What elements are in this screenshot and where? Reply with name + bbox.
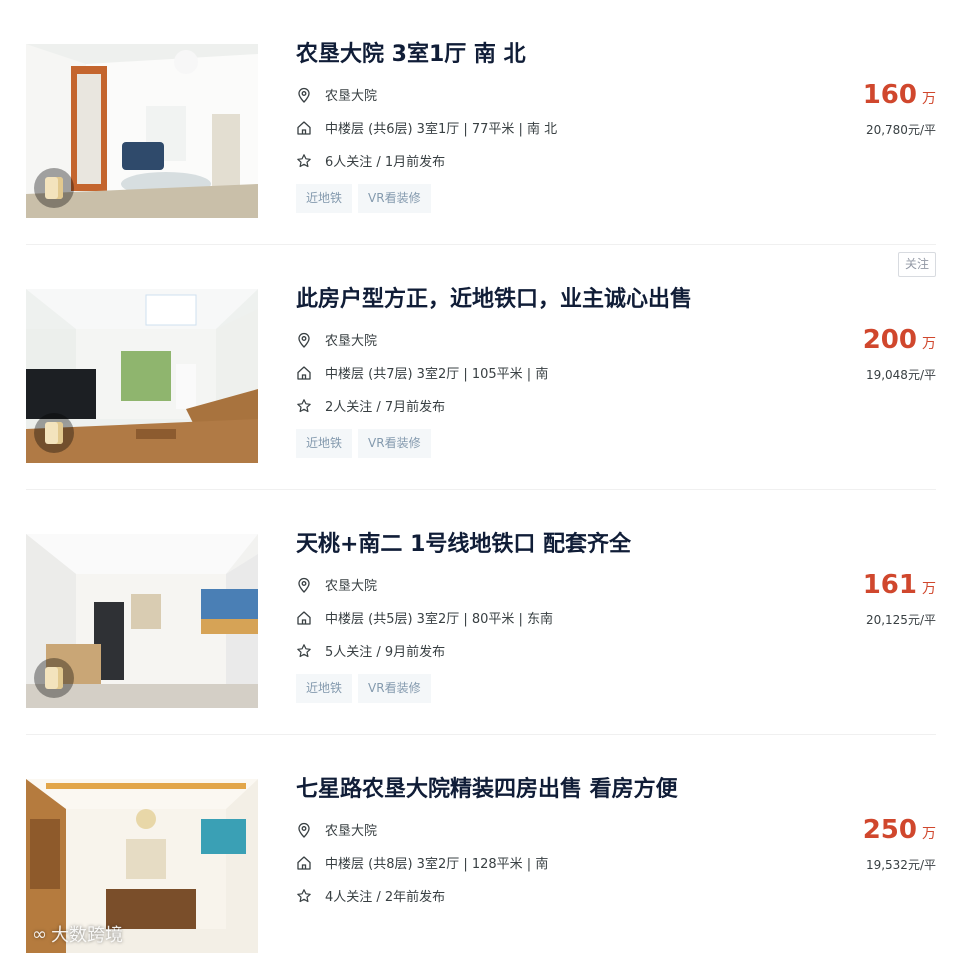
location-pin-icon	[296, 577, 312, 593]
listing-info: 农垦大院 3室1厅 南 北 农垦大院 中楼层 (共6层) 3室1厅 | 77平米…	[296, 40, 836, 213]
house-info: 中楼层 (共6层) 3室1厅 | 77平米 | 南 北	[325, 122, 558, 137]
follow-info: 4人关注 / 2年前发布	[325, 890, 446, 905]
listing-item[interactable]: ∞ 大数跨境 七星路农垦大院精装四房出售 看房方便 农垦大院 中楼层 (共8层)…	[26, 735, 936, 980]
total-price-value: 160	[862, 80, 917, 110]
tag-subway: 近地铁	[296, 674, 353, 703]
house-icon	[296, 120, 312, 136]
vr-badge[interactable]	[34, 413, 74, 453]
follow-info: 6人关注 / 1月前发布	[325, 155, 446, 170]
location-pin-icon	[296, 822, 312, 838]
house-icon	[296, 365, 312, 381]
house-icon	[296, 855, 312, 871]
unit-price: 19,048元/平	[865, 368, 936, 382]
tag-list: 近地铁 VR看装修	[296, 184, 836, 213]
location-pin-icon	[296, 87, 312, 103]
unit-price: 20,125元/平	[865, 613, 936, 627]
community-link[interactable]: 农垦大院	[325, 820, 377, 839]
star-icon	[296, 643, 312, 659]
community-link[interactable]: 农垦大院	[325, 330, 377, 349]
vr-badge[interactable]	[34, 168, 74, 208]
community-row: 农垦大院	[296, 323, 836, 356]
tag-vr: VR看装修	[358, 184, 431, 213]
house-info-row: 中楼层 (共8层) 3室2厅 | 128平米 | 南	[296, 846, 836, 879]
listing-photo[interactable]	[26, 44, 258, 218]
total-price-value: 161	[862, 570, 917, 600]
location-pin-icon	[296, 332, 312, 348]
listing-title[interactable]: 天桃+南二 1号线地铁口 配套齐全	[296, 530, 836, 560]
house-info: 中楼层 (共5层) 3室2厅 | 80平米 | 东南	[325, 612, 554, 627]
listing-photo[interactable]	[26, 534, 258, 708]
follow-info: 5人关注 / 9月前发布	[325, 645, 446, 660]
listing-photo[interactable]: ∞ 大数跨境	[26, 779, 258, 953]
follow-button[interactable]: 关注	[897, 252, 936, 277]
community-link[interactable]: 农垦大院	[325, 575, 377, 594]
listing-list: 农垦大院 3室1厅 南 北 农垦大院 中楼层 (共6层) 3室1厅 | 77平米…	[26, 0, 936, 980]
follow-info: 2人关注 / 7月前发布	[325, 400, 446, 415]
price-box: 200 万 19,048元/平	[863, 323, 936, 383]
total-price: 250 万	[863, 813, 936, 851]
listing-title[interactable]: 农垦大院 3室1厅 南 北	[296, 40, 836, 70]
vr-cube-icon	[45, 422, 63, 444]
price-unit: 万	[922, 826, 936, 842]
listing-photo[interactable]	[26, 289, 258, 463]
price-box: 161 万 20,125元/平	[863, 568, 936, 628]
listing-item[interactable]: 关注 此房户型方正，近地铁口，业主诚心出售 农垦大院 中楼层 (共7层) 3室2…	[26, 245, 936, 490]
tag-subway: 近地铁	[296, 184, 353, 213]
house-info-row: 中楼层 (共6层) 3室1厅 | 77平米 | 南 北	[296, 111, 836, 144]
listing-info: 此房户型方正，近地铁口，业主诚心出售 农垦大院 中楼层 (共7层) 3室2厅 |…	[296, 285, 836, 458]
total-price-value: 250	[862, 815, 917, 845]
follow-info-row: 5人关注 / 9月前发布	[296, 634, 836, 667]
listing-item[interactable]: 天桃+南二 1号线地铁口 配套齐全 农垦大院 中楼层 (共5层) 3室2厅 | …	[26, 490, 936, 735]
total-price-value: 200	[862, 325, 917, 355]
house-icon	[296, 610, 312, 626]
tag-vr: VR看装修	[358, 429, 431, 458]
tag-vr: VR看装修	[358, 674, 431, 703]
tag-subway: 近地铁	[296, 429, 353, 458]
vr-cube-icon	[45, 177, 63, 199]
house-info-row: 中楼层 (共7层) 3室2厅 | 105平米 | 南	[296, 356, 836, 389]
star-icon	[296, 888, 312, 904]
vr-cube-icon	[45, 667, 63, 689]
follow-info-row: 2人关注 / 7月前发布	[296, 389, 836, 422]
star-icon	[296, 398, 312, 414]
community-row: 农垦大院	[296, 568, 836, 601]
community-row: 农垦大院	[296, 813, 836, 846]
watermark: ∞ 大数跨境	[32, 921, 123, 947]
listing-title[interactable]: 此房户型方正，近地铁口，业主诚心出售	[296, 285, 836, 315]
follow-info-row: 6人关注 / 1月前发布	[296, 144, 836, 177]
total-price: 200 万	[863, 323, 936, 361]
house-info: 中楼层 (共7层) 3室2厅 | 105平米 | 南	[325, 367, 549, 382]
price-unit: 万	[922, 91, 936, 107]
community-row: 农垦大院	[296, 78, 836, 111]
house-info: 中楼层 (共8层) 3室2厅 | 128平米 | 南	[325, 857, 549, 872]
community-link[interactable]: 农垦大院	[325, 85, 377, 104]
listing-item[interactable]: 农垦大院 3室1厅 南 北 农垦大院 中楼层 (共6层) 3室1厅 | 77平米…	[26, 0, 936, 245]
unit-price: 20,780元/平	[865, 123, 936, 137]
follow-info-row: 4人关注 / 2年前发布	[296, 879, 836, 912]
house-info-row: 中楼层 (共5层) 3室2厅 | 80平米 | 东南	[296, 601, 836, 634]
total-price: 161 万	[863, 568, 936, 606]
price-box: 250 万 19,532元/平	[863, 813, 936, 873]
listing-info: 七星路农垦大院精装四房出售 看房方便 农垦大院 中楼层 (共8层) 3室2厅 |…	[296, 775, 836, 912]
star-icon	[296, 153, 312, 169]
unit-price: 19,532元/平	[865, 858, 936, 872]
watermark-logo-icon: ∞	[32, 923, 47, 945]
price-unit: 万	[922, 581, 936, 597]
vr-badge[interactable]	[34, 658, 74, 698]
total-price: 160 万	[863, 78, 936, 116]
watermark-text: 大数跨境	[51, 925, 123, 946]
tag-list: 近地铁 VR看装修	[296, 429, 836, 458]
tag-list: 近地铁 VR看装修	[296, 674, 836, 703]
price-unit: 万	[922, 336, 936, 352]
price-box: 160 万 20,780元/平	[863, 78, 936, 138]
listing-title[interactable]: 七星路农垦大院精装四房出售 看房方便	[296, 775, 836, 805]
listing-info: 天桃+南二 1号线地铁口 配套齐全 农垦大院 中楼层 (共5层) 3室2厅 | …	[296, 530, 836, 703]
